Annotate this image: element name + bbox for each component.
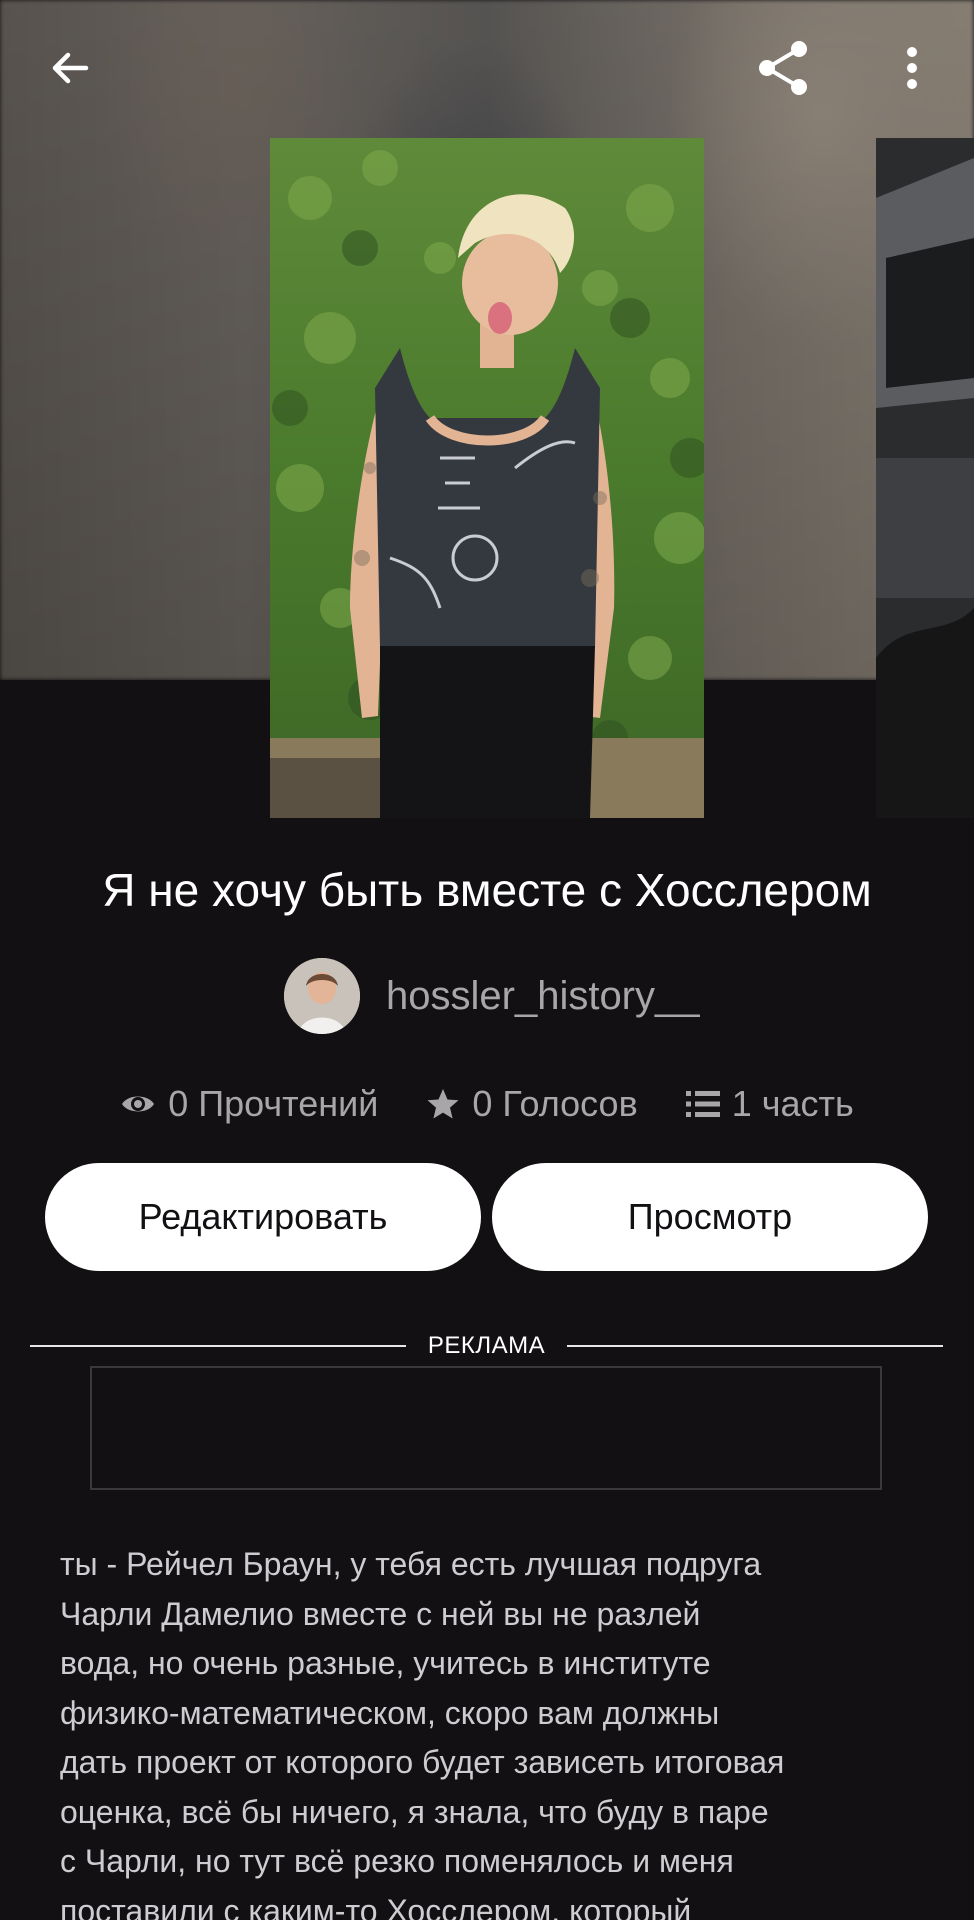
- next-story-cover[interactable]: [876, 138, 974, 818]
- eye-icon: [122, 1096, 155, 1112]
- story-cover-image[interactable]: [270, 138, 704, 818]
- parts-stat: 1 часть: [685, 1083, 854, 1125]
- ad-banner[interactable]: [90, 1366, 882, 1490]
- reads-stat: 0 Прочтений: [120, 1083, 378, 1125]
- back-button[interactable]: [38, 36, 102, 100]
- star-icon: [427, 1089, 459, 1119]
- votes-stat: 0 Голосов: [426, 1083, 638, 1125]
- votes-count: 0 Голосов: [472, 1083, 638, 1124]
- author-link[interactable]: hossler_history__: [284, 958, 700, 1034]
- cover-photo: [270, 138, 704, 818]
- next-cover-photo: [876, 138, 974, 818]
- more-options-button[interactable]: [880, 36, 944, 100]
- parts-count: 1 часть: [731, 1083, 854, 1124]
- more-vertical-icon: [907, 47, 917, 89]
- edit-button[interactable]: Редактировать: [45, 1163, 481, 1271]
- view-button[interactable]: Просмотр: [492, 1163, 928, 1271]
- story-stats: 0 Прочтений 0 Голосов 1 часть: [0, 1076, 974, 1132]
- ad-divider-right: [567, 1345, 943, 1347]
- story-details-screen: Я не хочу быть вместе с Хосслером hossle…: [0, 0, 974, 1920]
- author-avatar: [284, 958, 360, 1034]
- reads-count: 0 Прочтений: [168, 1083, 379, 1124]
- share-icon: [759, 41, 807, 95]
- ad-divider-left: [30, 1345, 406, 1347]
- story-title: Я не хочу быть вместе с Хосслером: [102, 864, 872, 916]
- author-name: hossler_history__: [386, 973, 700, 1018]
- ad-label: РЕКЛАМА: [427, 1332, 546, 1359]
- story-description: ты - Рейчел Браун, у тебя есть лучшая по…: [60, 1546, 785, 1920]
- list-icon: [685, 1091, 720, 1117]
- share-button[interactable]: [752, 36, 816, 100]
- arrow-left-icon: [52, 52, 89, 84]
